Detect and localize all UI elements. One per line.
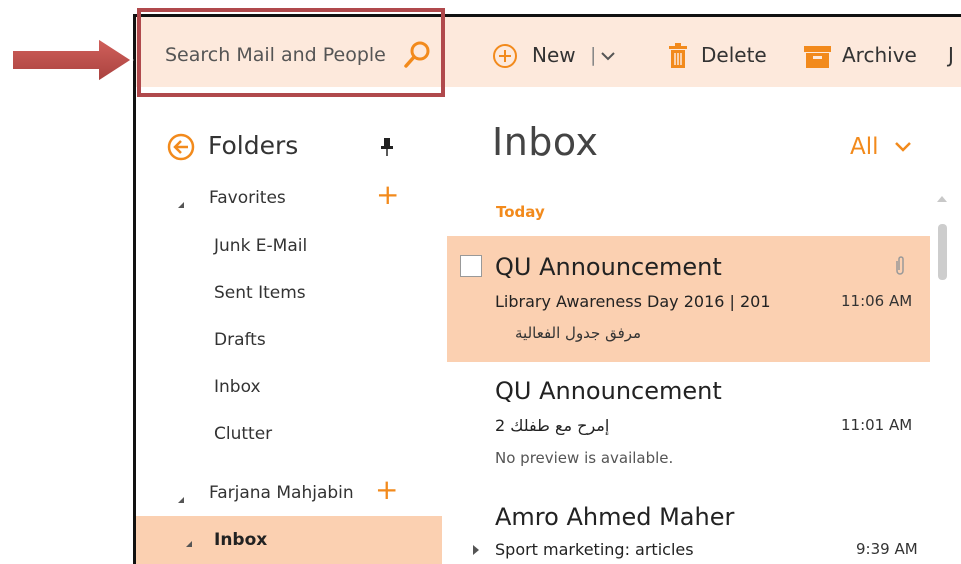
message-time: 9:39 AM [856,540,918,558]
message-time: 11:01 AM [841,416,913,434]
archive-box-icon[interactable] [804,46,831,68]
message-subject[interactable]: Sport marketing: articles [495,540,694,559]
expand-thread-icon[interactable] [473,545,479,555]
message-subject[interactable]: إمرح مع طفلك 2 [495,416,609,435]
message-sender: QU Announcement [495,253,722,281]
collapse-caret-icon[interactable] [178,491,184,503]
scroll-up-arrow[interactable] [937,196,947,202]
message-subject: Library Awareness Day 2016 | 201 [495,292,771,311]
folder-item-junk-email[interactable]: Junk E-Mail [214,236,307,256]
date-group-header: Today [496,203,545,221]
delete-button[interactable]: Delete [701,43,767,67]
junk-button[interactable]: J [948,43,954,67]
new-button[interactable]: New [532,43,576,67]
folder-item-inbox-favorite[interactable]: Inbox [214,377,261,397]
message-sender[interactable]: QU Announcement [495,377,722,405]
folder-item-drafts[interactable]: Drafts [214,330,266,350]
pin-icon[interactable] [381,137,393,157]
arrow-right-icon [11,36,134,84]
chevron-down-icon[interactable] [600,50,616,62]
message-sender[interactable]: Amro Ahmed Maher [495,503,734,531]
folder-item-inbox-selected[interactable] [136,516,442,564]
new-separator: | [590,44,597,66]
message-checkbox[interactable] [460,255,482,277]
filter-dropdown[interactable]: All [850,134,879,160]
message-preview: No preview is available. [495,449,674,467]
collapse-caret-icon[interactable] [186,535,192,547]
plus-circle-icon[interactable] [492,43,518,69]
back-arrow-circle-icon[interactable] [167,133,195,161]
message-preview: مرفق جدول الفعالية [515,324,642,342]
add-folder-button[interactable]: + [375,476,398,504]
archive-button[interactable]: Archive [842,43,917,67]
add-favorite-button[interactable]: + [376,181,399,209]
favorites-header[interactable]: Favorites [209,188,286,208]
folders-title[interactable]: Folders [208,131,298,160]
window-border-left [133,14,136,564]
folder-item-clutter[interactable]: Clutter [214,424,272,444]
folder-item-label[interactable]: Inbox [214,530,267,550]
collapse-caret-icon[interactable] [178,196,184,208]
message-time: 11:06 AM [841,292,913,310]
folder-item-sent-items[interactable]: Sent Items [214,283,306,303]
account-header[interactable]: Farjana Mahjabin [209,483,354,503]
trash-icon[interactable] [667,43,689,69]
search-icon[interactable] [402,40,432,70]
chevron-down-icon[interactable] [894,141,912,153]
page-title: Inbox [492,120,599,164]
search-input[interactable]: Search Mail and People [165,44,386,66]
paperclip-icon [896,256,904,275]
scrollbar-thumb[interactable] [938,224,947,280]
